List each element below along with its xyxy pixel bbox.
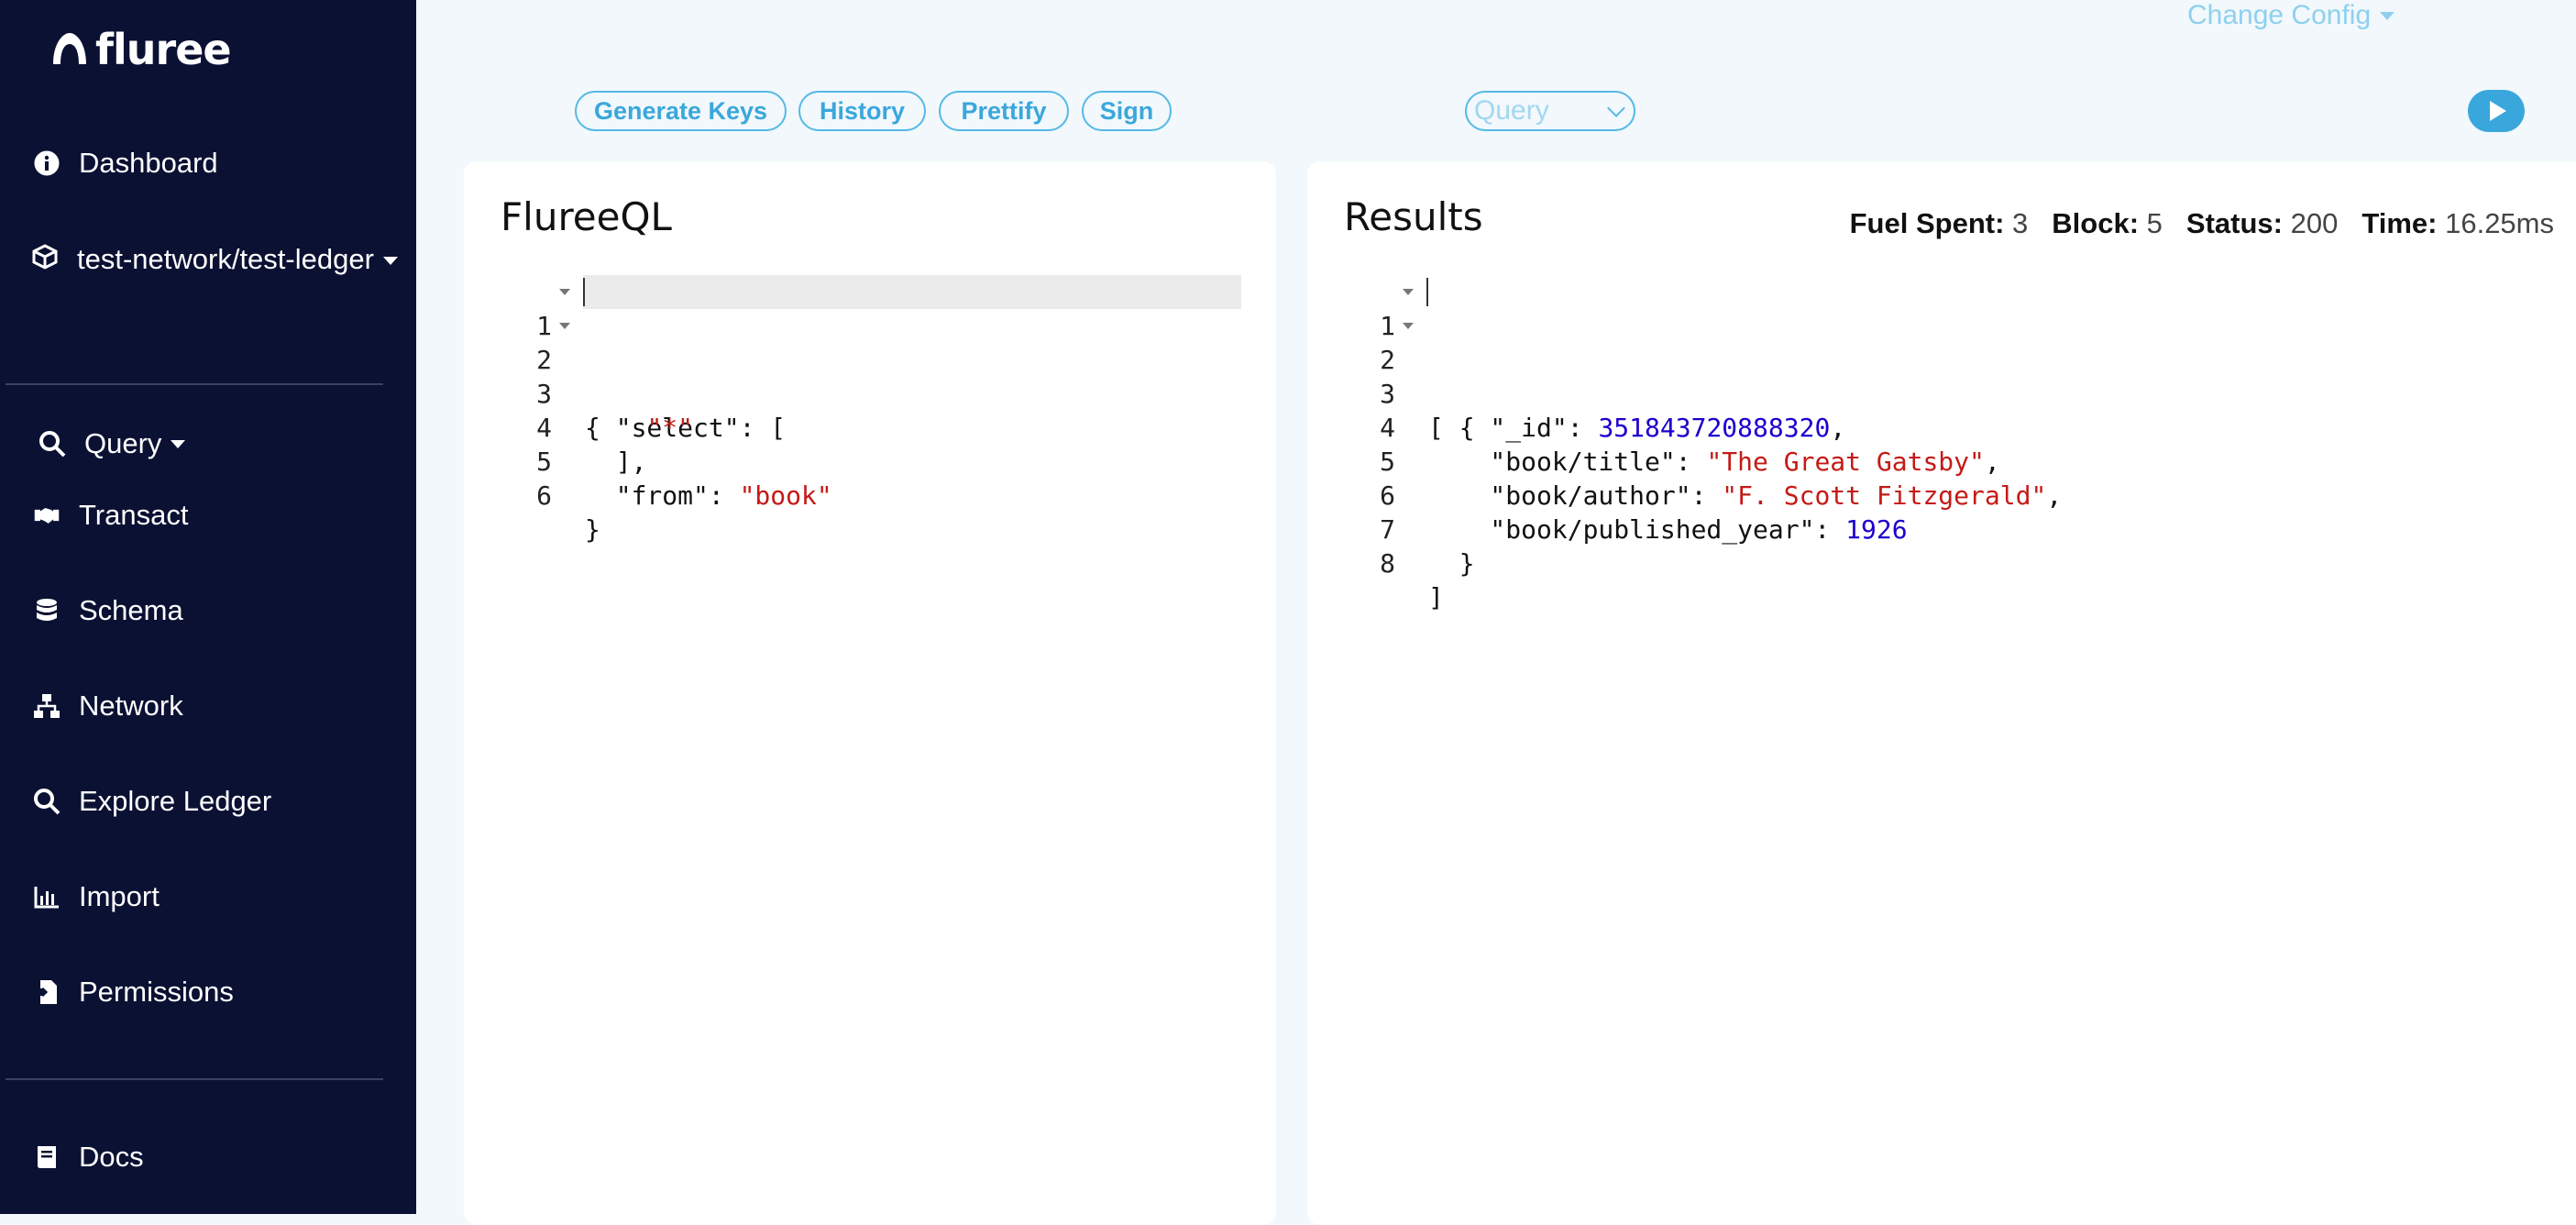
code-line: 6 "book/published_year": 1926 [1307,445,2576,545]
code-line: 5 "from": "book" [464,411,1276,511]
book-icon [31,1142,62,1173]
fold-icon[interactable] [1403,289,1414,295]
cube-icon [31,242,62,281]
sidebar-item-label: Network [79,690,183,722]
code-line: 3 "_id": 351843720888320, [1307,343,2576,443]
sidebar-divider [6,383,383,385]
fluree-logo-icon [53,33,86,64]
code-line: 7 } [1307,479,2576,579]
code-line: 6 } [464,445,1276,545]
code-line: 5 "book/author": "F. Scott Fitzgerald", [1307,411,2576,511]
code-text: } [585,514,600,545]
ledger-selector[interactable]: test-network/test-ledger [31,240,398,281]
sidebar-item-schema[interactable]: Schema [31,594,183,627]
block-stat: Block: 5 [2052,207,2163,239]
sidebar-item-dashboard[interactable]: Dashboard [31,147,218,180]
line-number: 8 [1380,548,1395,579]
database-icon [31,595,62,626]
code-text: "from": "book" [585,480,832,511]
sidebar: fluree Dashboard test-network/test-ledge… [0,0,416,1214]
code-line: 4 ], [464,377,1276,477]
text-cursor [583,278,585,306]
sidebar-divider [6,1078,383,1080]
sidebar-item-label: Transact [79,499,189,531]
fold-icon[interactable] [559,323,570,329]
network-icon [31,690,62,722]
chevron-down-icon [1607,99,1625,117]
run-query-button[interactable] [2468,90,2525,132]
results-stats: Fuel Spent: 3 Block: 5 Status: 200 Time:… [1850,207,2554,240]
query-type-value: Query [1474,95,1549,126]
bar-chart-icon [31,881,62,912]
sidebar-item-import[interactable]: Import [31,880,160,913]
sidebar-item-label: Permissions [79,976,234,1008]
ledger-name: test-network/test-ledger [77,243,374,275]
time-stat: Time: 16.25ms [2361,207,2554,239]
fold-icon[interactable] [559,289,570,295]
code-line: 8 ] [1307,513,2576,612]
search-icon [37,428,68,459]
sidebar-item-label: Import [79,880,160,912]
status-stat: Status: 200 [2185,207,2339,239]
sidebar-item-network[interactable]: Network [31,690,183,723]
code-line: 2 "select": [ [464,309,1276,443]
results-title: Results [1344,194,1483,239]
sidebar-item-permissions[interactable]: Permissions [31,976,234,1009]
results-code-viewer[interactable]: 1 [ 2 { 3 "_id": 351843720888320, 4 "boo… [1307,275,2576,612]
sidebar-item-label: Dashboard [79,147,218,179]
search-icon [31,786,62,817]
chevron-down-icon [382,257,398,266]
code-line: 1 [ [1307,275,2576,443]
fluree-logo[interactable]: fluree [48,22,232,77]
file-import-icon [31,977,62,1008]
code-text: ] [1428,582,1444,612]
generate-keys-button[interactable]: Generate Keys [575,91,787,131]
sidebar-item-explore-ledger[interactable]: Explore Ledger [31,785,271,818]
query-editor-panel: FlureeQL 1 { 2 "select": [ 3 "*" 4 ], 5 … [464,161,1276,1225]
fuel-spent-stat: Fuel Spent: 3 [1849,207,2029,239]
editor-title: FlureeQL [501,194,672,239]
code-line: 3 "*" [464,343,1276,443]
code-line: 1 { [464,275,1276,443]
code-line: 4 "book/title": "The Great Gatsby", [1307,377,2576,477]
results-panel: Results Fuel Spent: 3 Block: 5 Status: 2… [1307,161,2576,1225]
chevron-down-icon [2380,11,2395,20]
history-button[interactable]: History [798,91,926,131]
sidebar-item-label: Query [84,427,162,459]
prettify-button[interactable]: Prettify [939,91,1069,131]
logo-text: fluree [95,25,232,74]
sign-button[interactable]: Sign [1082,91,1172,131]
text-cursor [1426,278,1428,306]
sidebar-item-docs[interactable]: Docs [31,1141,144,1174]
sidebar-item-label: Docs [79,1141,144,1173]
query-code-editor[interactable]: 1 { 2 "select": [ 3 "*" 4 ], 5 "from": "… [464,275,1276,545]
code-line: 2 { [1307,309,2576,443]
change-config-label: Change Config [2187,0,2372,30]
sidebar-item-query[interactable]: Query [37,427,186,460]
change-config-dropdown[interactable]: Change Config [2187,0,2395,31]
sidebar-item-label: Schema [79,594,183,626]
fold-icon[interactable] [1403,323,1414,329]
sidebar-item-transact[interactable]: Transact [31,499,188,532]
chevron-down-icon [171,439,186,448]
query-type-select[interactable]: Query [1465,91,1635,131]
info-icon [31,148,62,179]
code-text: } [1428,548,1475,579]
play-icon [2490,101,2506,121]
line-number: 6 [536,480,552,511]
sidebar-item-label: Explore Ledger [79,785,272,817]
handshake-icon [31,500,62,531]
